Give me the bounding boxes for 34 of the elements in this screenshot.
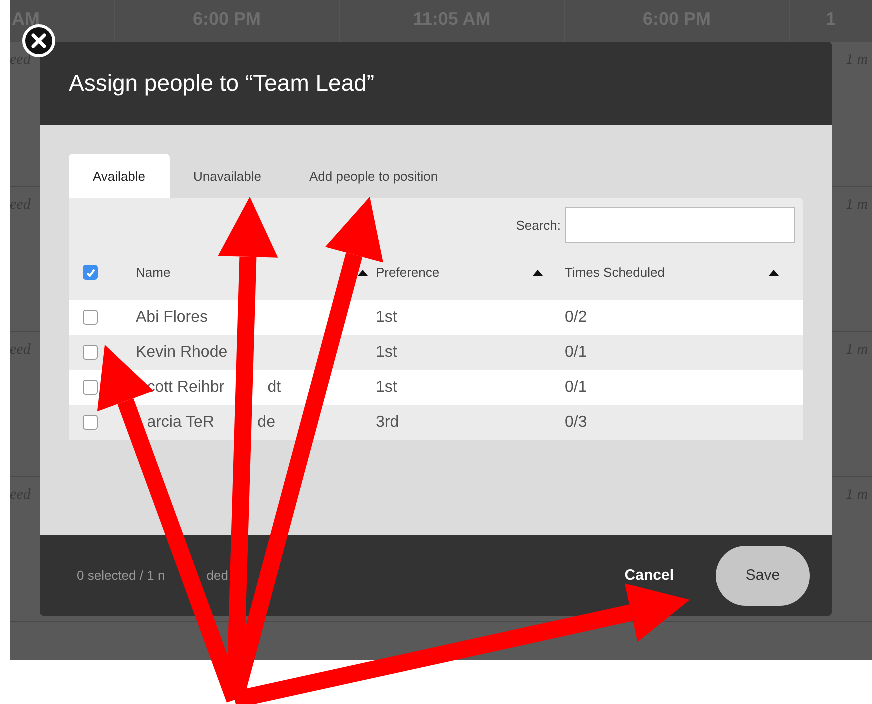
sort-icon[interactable] <box>358 270 368 276</box>
name-text: dt <box>268 378 282 396</box>
search-label: Search: <box>516 218 561 232</box>
tab[interactable]: Add people to position <box>285 154 462 198</box>
sort-icon[interactable] <box>769 270 779 276</box>
select-all-checkbox[interactable] <box>83 265 98 280</box>
cancel-button[interactable]: Cancel <box>624 567 674 584</box>
column-header[interactable]: Times Scheduled <box>565 265 665 280</box>
dialog-title: Assign people to “Team Lead” <box>69 70 375 97</box>
table-cell: 0/1 <box>565 378 588 396</box>
row-checkbox[interactable] <box>83 380 98 395</box>
table-cell: 0/2 <box>565 308 588 326</box>
name-text: de <box>258 414 276 432</box>
selection-status: ded <box>206 568 228 583</box>
row-checkbox[interactable] <box>83 310 98 325</box>
table-cell: 0/3 <box>565 414 588 430</box>
column-header[interactable]: Name <box>136 265 171 280</box>
selection-status: 0 selected / 1 n <box>77 568 166 583</box>
table-cell: 1st <box>376 308 398 326</box>
save-button[interactable]: Save <box>716 546 810 606</box>
column-header[interactable]: Preference <box>376 265 440 280</box>
table-cell: 3rd <box>376 414 400 430</box>
name-text: arcia TeR <box>146 414 214 432</box>
table-cell: 1st <box>376 344 398 360</box>
sort-icon[interactable] <box>533 270 543 276</box>
table-cell: 0/1 <box>565 344 588 360</box>
row-checkbox[interactable] <box>83 345 98 360</box>
tab[interactable]: Available <box>69 154 170 198</box>
name-text: Kevin Rhode <box>136 344 228 362</box>
tab[interactable]: Unavailable <box>170 154 286 198</box>
table-cell: 1st <box>376 378 398 396</box>
name-text: Abi Flores <box>136 308 208 326</box>
row-checkbox[interactable] <box>83 415 98 430</box>
search-field[interactable] <box>565 207 795 243</box>
